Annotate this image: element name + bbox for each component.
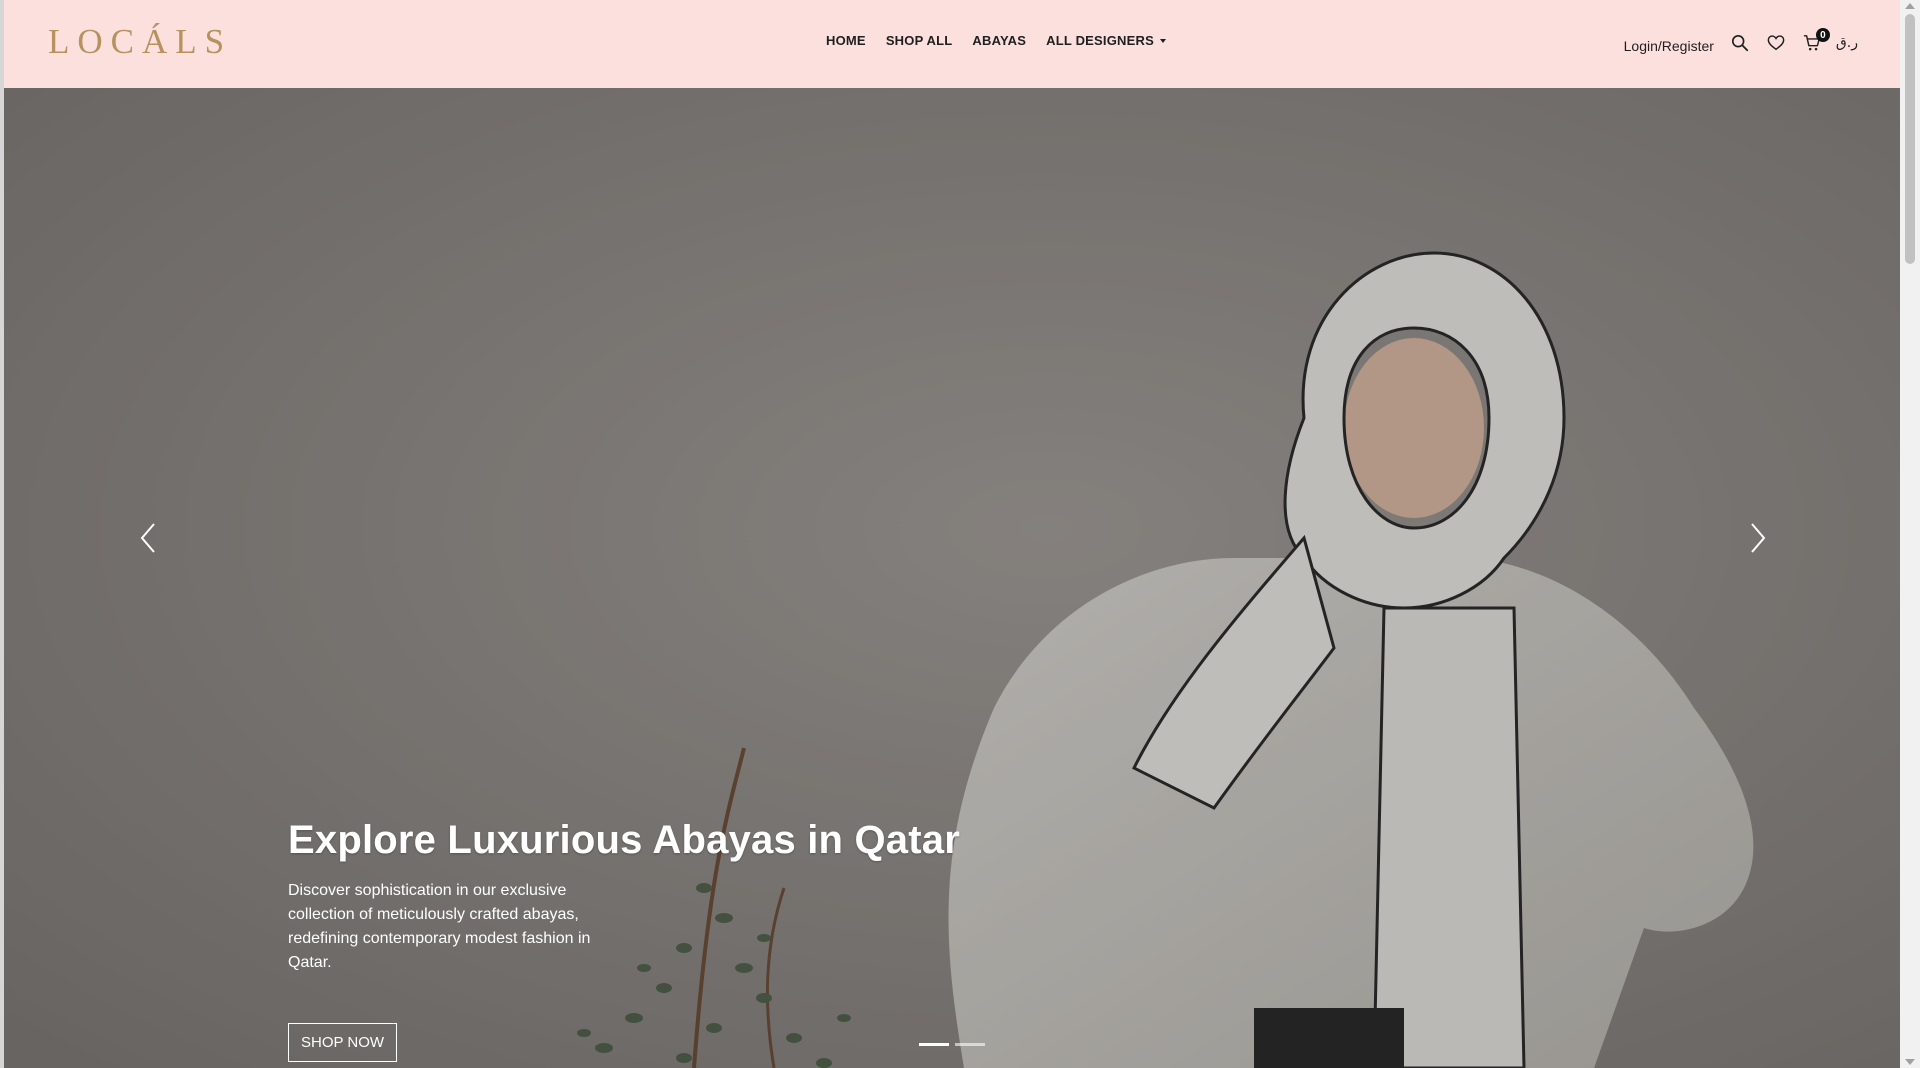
chevron-right-icon xyxy=(1751,523,1766,553)
cart-icon[interactable]: 0 xyxy=(1802,28,1830,53)
nav-item-shop-all[interactable]: SHOP ALL xyxy=(886,33,953,48)
carousel-dot[interactable] xyxy=(919,1043,949,1046)
scroll-up-arrow[interactable] xyxy=(1905,3,1915,9)
main-nav: HOME SHOP ALL ABAYAS ALL DESIGNERS xyxy=(826,33,1166,48)
chevron-left-icon xyxy=(140,523,155,553)
search-icon[interactable] xyxy=(1730,33,1750,53)
hero-description: Discover sophistication in our exclusive… xyxy=(288,882,591,971)
header-tools: Login/Register 0 ر.ق xyxy=(1624,26,1858,60)
nav-item-abayas[interactable]: ABAYAS xyxy=(972,33,1026,48)
nav-item-label: ALL DESIGNERS xyxy=(1046,33,1154,48)
vertical-scrollbar[interactable] xyxy=(1900,0,1920,1068)
page: LOCÁLS HOME SHOP ALL ABAYAS ALL DESIGNER… xyxy=(4,0,1900,1068)
hero-title: Explore Luxurious Abayas in Qatar xyxy=(288,818,960,862)
site-header: LOCÁLS HOME SHOP ALL ABAYAS ALL DESIGNER… xyxy=(4,0,1900,88)
carousel-dot[interactable] xyxy=(955,1043,985,1046)
carousel-indicators xyxy=(919,1043,985,1046)
carousel-next-button[interactable] xyxy=(1744,518,1772,558)
cart-count-badge: 0 xyxy=(1815,28,1830,42)
nav-item-all-designers[interactable]: ALL DESIGNERS xyxy=(1046,33,1166,48)
login-register-link[interactable]: Login/Register xyxy=(1624,38,1714,54)
nav-item-label: SHOP ALL xyxy=(885,33,953,48)
hero-carousel: Explore Luxurious Abayas in Qatar Discov… xyxy=(4,88,1900,1068)
scroll-thumb[interactable] xyxy=(1905,14,1915,264)
shop-now-button[interactable]: SHOP NOW xyxy=(288,1023,398,1062)
carousel-prev-button[interactable] xyxy=(134,518,162,558)
brand-logo[interactable]: LOCÁLS xyxy=(48,22,232,62)
currency-language-toggle[interactable]: ر.ق xyxy=(1836,35,1858,51)
nav-item-label: HOME xyxy=(826,33,866,48)
nav-item-label: ABAYAS xyxy=(972,33,1027,48)
scroll-down-arrow[interactable] xyxy=(1905,1059,1915,1065)
caret-down-icon xyxy=(1159,38,1166,43)
nav-item-home[interactable]: HOME xyxy=(826,33,866,48)
heart-icon[interactable] xyxy=(1766,33,1786,53)
hero-caption: Explore Luxurious Abayas in Qatar Discov… xyxy=(288,818,960,1062)
